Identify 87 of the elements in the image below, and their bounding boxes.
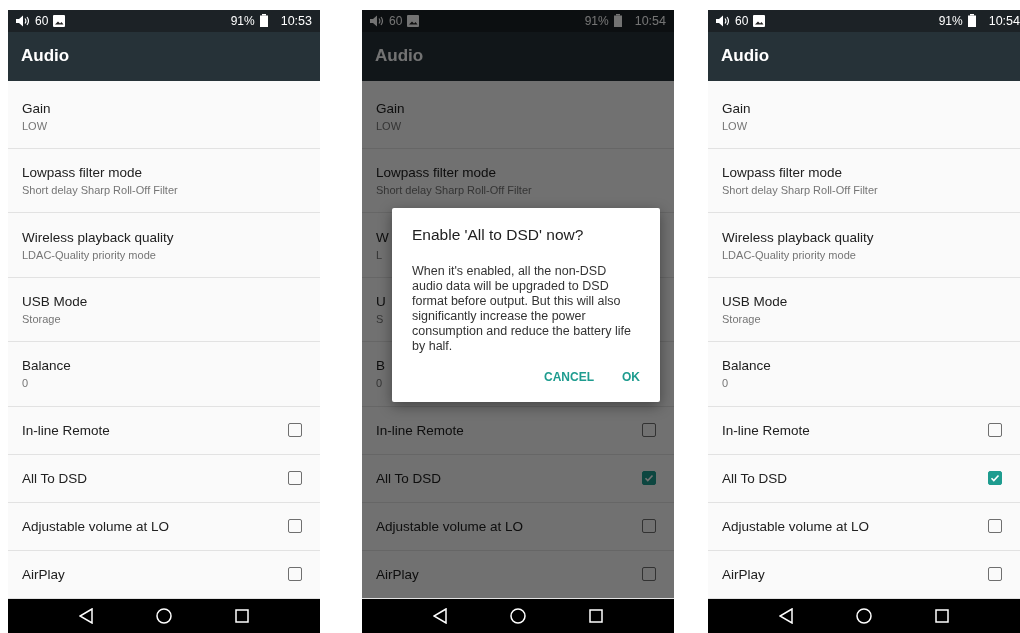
battery-percent: 91%: [938, 13, 963, 28]
checkbox[interactable]: [988, 423, 1002, 438]
back-icon[interactable]: [433, 607, 448, 624]
setting-title: In-line Remote: [376, 422, 464, 438]
setting-title: In-line Remote: [722, 422, 810, 438]
dialog-title: Enable 'All to DSD' now?: [412, 226, 585, 244]
setting-title: Wireless playback quality: [722, 229, 874, 245]
setting-title: Gain: [22, 100, 51, 116]
clock-time: 10:53: [280, 13, 312, 28]
setting-value: 0: [722, 377, 729, 390]
setting-title: Lowpass filter mode: [22, 165, 143, 181]
home-icon[interactable]: [156, 607, 172, 624]
check-icon: [990, 473, 1000, 484]
setting-title: Adjustable volume at LO: [722, 518, 870, 534]
battery-icon: [967, 14, 976, 28]
checkbox[interactable]: [288, 423, 302, 438]
setting-title: W: [376, 229, 389, 245]
image-icon: [753, 14, 766, 27]
volume-level: 60: [35, 13, 49, 28]
setting-value: 0: [22, 377, 29, 390]
battery-icon: [259, 14, 268, 28]
setting-title: AirPlay: [722, 566, 765, 582]
setting-title: All To DSD: [722, 470, 788, 486]
speaker-icon: [716, 14, 730, 27]
speaker-icon: [16, 14, 30, 27]
home-icon[interactable]: [856, 607, 872, 624]
recents-icon[interactable]: [934, 608, 949, 623]
setting-title: All To DSD: [22, 470, 88, 486]
battery-percent: 91%: [584, 13, 609, 28]
setting-title: Lowpass filter mode: [722, 165, 843, 181]
volume-level: 60: [735, 13, 749, 28]
clock-time: 10:54: [634, 13, 666, 28]
back-icon[interactable]: [79, 607, 94, 624]
setting-value: L: [376, 248, 383, 261]
setting-title: Balance: [722, 358, 771, 374]
volume-level: 60: [389, 13, 403, 28]
image-icon: [53, 14, 66, 27]
dialog-message: When it's enabled, all the non-DSD audio data will be upgraded to DSD format before output. But this will also significantly increase the power consumption and reduce the battery life by half.: [412, 264, 632, 354]
setting-value: Short delay Sharp Roll-Off Filter: [722, 184, 878, 197]
setting-title: USB Mode: [722, 294, 788, 310]
recents-icon[interactable]: [588, 608, 603, 623]
setting-value: LOW: [22, 119, 48, 132]
screen-title: Audio: [21, 46, 70, 67]
setting-value: LOW: [722, 119, 748, 132]
battery-icon: [613, 14, 622, 28]
setting-title: U: [376, 294, 386, 310]
setting-title: Adjustable volume at LO: [376, 518, 524, 534]
speaker-icon: [370, 14, 384, 27]
setting-title: Adjustable volume at LO: [22, 518, 170, 534]
setting-value: Short delay Sharp Roll-Off Filter: [22, 184, 178, 197]
setting-title: In-line Remote: [22, 422, 110, 438]
screen-title: Audio: [375, 46, 424, 67]
setting-value: LDAC-Quality priority mode: [722, 248, 856, 261]
setting-title: All To DSD: [376, 470, 442, 486]
checkbox[interactable]: [642, 471, 656, 486]
checkbox[interactable]: [642, 519, 656, 534]
clock-time: 10:54: [988, 13, 1020, 28]
checkbox[interactable]: [288, 471, 302, 486]
setting-title: B: [376, 358, 385, 374]
back-icon[interactable]: [779, 607, 794, 624]
setting-title: AirPlay: [376, 566, 419, 582]
check-icon: [644, 473, 654, 484]
setting-title: AirPlay: [22, 566, 65, 582]
setting-value: Storage: [722, 313, 761, 326]
setting-value: LDAC-Quality priority mode: [22, 248, 156, 261]
checkbox[interactable]: [988, 471, 1002, 486]
checkbox[interactable]: [642, 423, 656, 438]
checkbox[interactable]: [288, 567, 302, 582]
setting-value: LOW: [376, 119, 402, 132]
screen-title: Audio: [721, 46, 770, 67]
setting-value: S: [376, 313, 384, 326]
checkbox[interactable]: [988, 519, 1002, 534]
home-icon[interactable]: [510, 607, 526, 624]
setting-title: Gain: [722, 100, 751, 116]
setting-title: Lowpass filter mode: [376, 165, 497, 181]
checkbox[interactable]: [988, 567, 1002, 582]
battery-percent: 91%: [230, 13, 255, 28]
setting-title: Gain: [376, 100, 405, 116]
setting-value: Short delay Sharp Roll-Off Filter: [376, 184, 532, 197]
checkbox[interactable]: [288, 519, 302, 534]
setting-title: Wireless playback quality: [22, 229, 174, 245]
image-icon: [407, 14, 420, 27]
setting-title: Balance: [22, 358, 71, 374]
setting-value: Storage: [22, 313, 61, 326]
recents-icon[interactable]: [234, 608, 249, 623]
checkbox[interactable]: [642, 567, 656, 582]
setting-title: USB Mode: [22, 294, 88, 310]
